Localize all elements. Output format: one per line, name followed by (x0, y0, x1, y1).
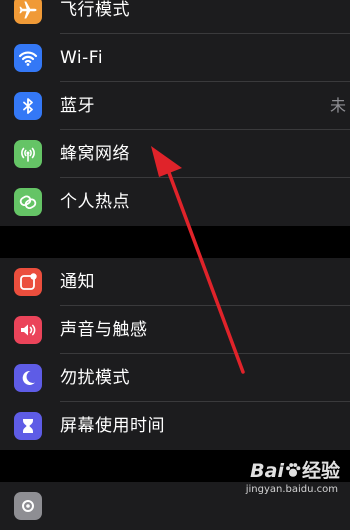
hotspot-icon (19, 195, 37, 210)
settings-row-notifications[interactable]: 通知 (0, 258, 350, 306)
settings-row-label: 飞行模式 (60, 0, 130, 20)
notifications-icon-tile (14, 268, 42, 296)
gear-icon (22, 500, 34, 512)
dnd-icon-tile (14, 364, 42, 392)
speaker-icon (21, 324, 36, 336)
screen-time-icon-tile (14, 412, 42, 440)
airplane-icon (19, 1, 37, 19)
settings-row-label: Wi-Fi (60, 48, 104, 68)
settings-row-cellular[interactable]: 蜂窝网络 (0, 130, 350, 178)
settings-row-label: 蓝牙 (60, 96, 95, 116)
settings-row-wifi[interactable]: Wi-Fi (0, 34, 350, 82)
baidu-jingyan-watermark: Bai 经验 jingyan.baidu.com (222, 458, 342, 498)
settings-group-notifications: 通知 声音与触感 勿扰模式 屏幕使用时间 (0, 258, 350, 450)
notification-icon (20, 273, 37, 290)
wifi-icon (18, 51, 38, 66)
watermark-logo-suffix: 经验 (301, 460, 340, 482)
watermark-url: jingyan.baidu.com (245, 484, 338, 495)
wifi-icon-tile (14, 44, 42, 72)
settings-row-sounds-haptics[interactable]: 声音与触感 (0, 306, 350, 354)
moon-icon (22, 370, 35, 385)
settings-row-airplane-mode[interactable]: 飞行模式 (0, 0, 350, 34)
bluetooth-status-value: 未 (329, 96, 346, 115)
settings-row-label: 蜂窝网络 (60, 144, 130, 164)
general-icon-tile (14, 492, 42, 520)
bluetooth-icon-tile (14, 92, 42, 120)
settings-row-label: 个人热点 (60, 192, 130, 212)
watermark-logo: Bai 经验 (250, 458, 340, 484)
settings-row-screen-time[interactable]: 屏幕使用时间 (0, 402, 350, 450)
airplane-mode-icon-tile (14, 0, 42, 24)
cellular-icon-tile (14, 140, 42, 168)
settings-row-label: 屏幕使用时间 (60, 416, 165, 436)
settings-row-personal-hotspot[interactable]: 个人热点 (0, 178, 350, 226)
paw-icon (286, 463, 301, 477)
settings-row-bluetooth[interactable]: 蓝牙 未 (0, 82, 350, 130)
antenna-icon (21, 147, 35, 162)
settings-row-label: 通知 (60, 272, 95, 292)
settings-group-connectivity: 飞行模式 Wi-Fi 蓝牙 未 蜂窝网络 个人热点 (0, 0, 350, 226)
hotspot-icon-tile (14, 188, 42, 216)
hourglass-icon (23, 419, 33, 433)
watermark-logo-text: Bai (250, 460, 284, 482)
sounds-icon-tile (14, 316, 42, 344)
settings-row-label: 勿扰模式 (60, 368, 130, 388)
settings-row-do-not-disturb[interactable]: 勿扰模式 (0, 354, 350, 402)
bluetooth-icon (23, 98, 33, 114)
settings-row-label: 声音与触感 (60, 320, 148, 340)
